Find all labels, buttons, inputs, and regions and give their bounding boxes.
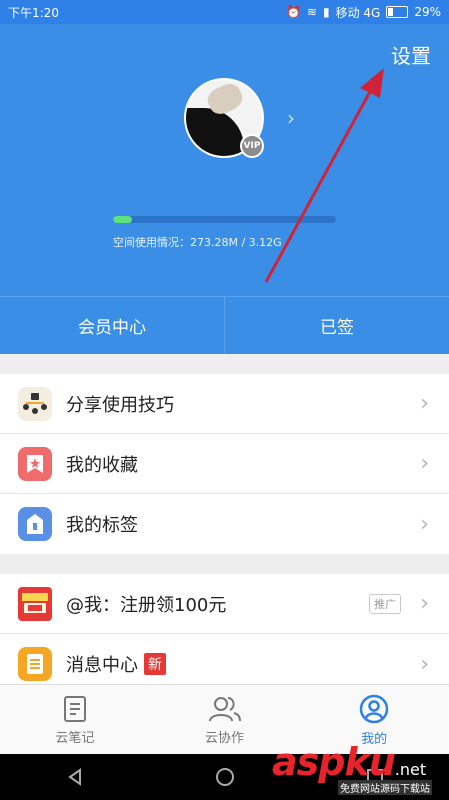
menu-item-favorites[interactable]: 我的收藏 › [0,434,449,494]
menu-item-label: @我：注册领100元 [66,594,227,616]
menu-item-tags[interactable]: 我的标签 › [0,494,449,554]
profile-header: 设置 [0,24,449,296]
menu-section-2: @我：注册领100元 推广 › 消息中心 新 › [0,574,449,684]
chevron-right-icon: › [420,391,429,416]
menu-item-messages[interactable]: 消息中心 新 › [0,634,449,684]
chevron-right-icon: › [420,511,429,537]
watermark-brand: aspku [272,740,396,784]
settings-button[interactable]: 设置 [391,40,431,69]
message-icon [18,647,52,681]
member-center-button[interactable]: 会员中心 [0,297,225,354]
home-icon[interactable] [215,767,235,787]
profile-chevron-icon[interactable]: › [287,106,295,130]
action-row: 会员中心 已签 [0,296,449,354]
back-icon[interactable] [66,768,84,786]
tag-icon [18,507,52,541]
alarm-icon: ⏰ [285,5,301,19]
status-bar: 下午1:20 ⏰ ≋ ▮ 移动 4G 29% [0,0,449,24]
share-tips-icon [18,386,52,421]
signed-button[interactable]: 已签 [225,297,449,354]
profile-icon [359,694,389,723]
chevron-right-icon: › [420,651,429,677]
menu-item-label: 我的标签 [66,515,138,536]
vip-badge: VIP [240,134,264,158]
status-carrier: 移动 4G [335,5,381,20]
watermark-suffix: .net [394,760,427,779]
status-time: 下午1:20 [8,5,59,20]
note-icon [63,695,86,722]
storage-usage-text: 空间使用情况：273.28M / 3.12G [113,236,282,249]
promo-tag: 推广 [369,593,401,614]
tab-label: 云笔记 [55,730,95,746]
battery-icon [386,6,409,18]
storage-progress-bar [113,216,336,223]
watermark: aspku.net 免费网站源码下载站 [272,740,432,795]
tab-label: 云协作 [205,730,245,746]
menu-item-label: 分享使用技巧 [66,394,174,416]
menu-section-1: 分享使用技巧 › 我的收藏 › 我的标签 › [0,374,449,554]
status-right: ⏰ ≋ ▮ 移动 4G 29% [286,4,441,21]
menu-item-label: 消息中心 [66,655,138,676]
menu-item-label: 我的收藏 [66,454,138,476]
watermark-tagline: 免费网站源码下载站 [338,780,432,795]
chevron-right-icon: › [420,591,429,616]
new-badge: 新 [144,653,166,675]
signal-icon: ▮ [322,5,330,19]
collab-icon [208,696,241,721]
favorites-icon [18,446,52,481]
tab-notes[interactable]: 云笔记 [0,685,150,755]
chevron-right-icon: › [420,451,429,476]
menu-item-share-tips[interactable]: 分享使用技巧 › [0,374,449,434]
wifi-icon: ≋ [306,5,317,19]
menu-item-promo[interactable]: @我：注册领100元 推广 › [0,574,449,634]
status-battery: 29% [414,5,441,19]
storage-progress-fill [113,216,132,223]
promo-icon [18,586,52,621]
